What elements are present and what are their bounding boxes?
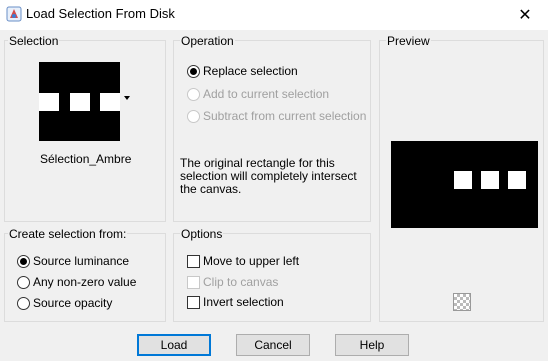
thumbnail-square <box>39 93 59 111</box>
radio-any-nonzero[interactable] <box>17 276 30 289</box>
radio-source-opacity[interactable] <box>17 297 30 310</box>
move-upper-left-label: Move to upper left <box>203 254 300 268</box>
preview-square <box>454 171 472 189</box>
clip-to-canvas-label: Clip to canvas <box>203 275 279 289</box>
options-group-label: Options <box>180 227 224 241</box>
any-nonzero-label: Any non-zero value <box>33 275 137 289</box>
subtract-selection-label: Subtract from current selection <box>203 109 367 123</box>
clip-to-canvas-checkbox[interactable] <box>187 276 200 289</box>
selection-name: Sélection_Ambre <box>40 152 132 166</box>
preview-square <box>481 171 499 189</box>
selection-group-label: Selection <box>8 34 60 48</box>
selection-thumbnail[interactable] <box>39 62 120 141</box>
operation-group-label: Operation <box>180 34 235 48</box>
chevron-down-icon[interactable] <box>124 96 130 100</box>
invert-selection-label: Invert selection <box>203 295 284 309</box>
load-button[interactable]: Load <box>137 334 211 356</box>
checkerboard-icon[interactable] <box>453 293 471 311</box>
operation-description: The original rectangle for this selectio… <box>180 156 357 196</box>
move-upper-left-checkbox[interactable] <box>187 255 200 268</box>
source-luminance-label: Source luminance <box>33 254 130 268</box>
thumbnail-square <box>100 93 120 111</box>
radio-replace-selection[interactable] <box>187 65 200 78</box>
replace-selection-label: Replace selection <box>203 64 298 78</box>
source-opacity-label: Source opacity <box>33 296 113 310</box>
cancel-button[interactable]: Cancel <box>236 334 310 356</box>
help-button[interactable]: Help <box>335 334 409 356</box>
thumbnail-square <box>70 93 90 111</box>
preview-canvas <box>391 141 538 228</box>
create-from-group-label: Create selection from: <box>8 227 128 241</box>
radio-subtract-selection[interactable] <box>187 110 200 123</box>
preview-square <box>508 171 526 189</box>
invert-selection-checkbox[interactable] <box>187 296 200 309</box>
radio-source-luminance[interactable] <box>17 255 30 268</box>
close-icon: ✕ <box>518 7 532 24</box>
title-bar: Load Selection From Disk ✕ <box>0 0 548 30</box>
add-selection-label: Add to current selection <box>203 87 330 101</box>
app-icon <box>6 6 22 22</box>
window-title: Load Selection From Disk <box>26 6 175 21</box>
close-button[interactable]: ✕ <box>502 0 548 30</box>
radio-add-selection[interactable] <box>187 88 200 101</box>
preview-group-label: Preview <box>386 34 431 48</box>
